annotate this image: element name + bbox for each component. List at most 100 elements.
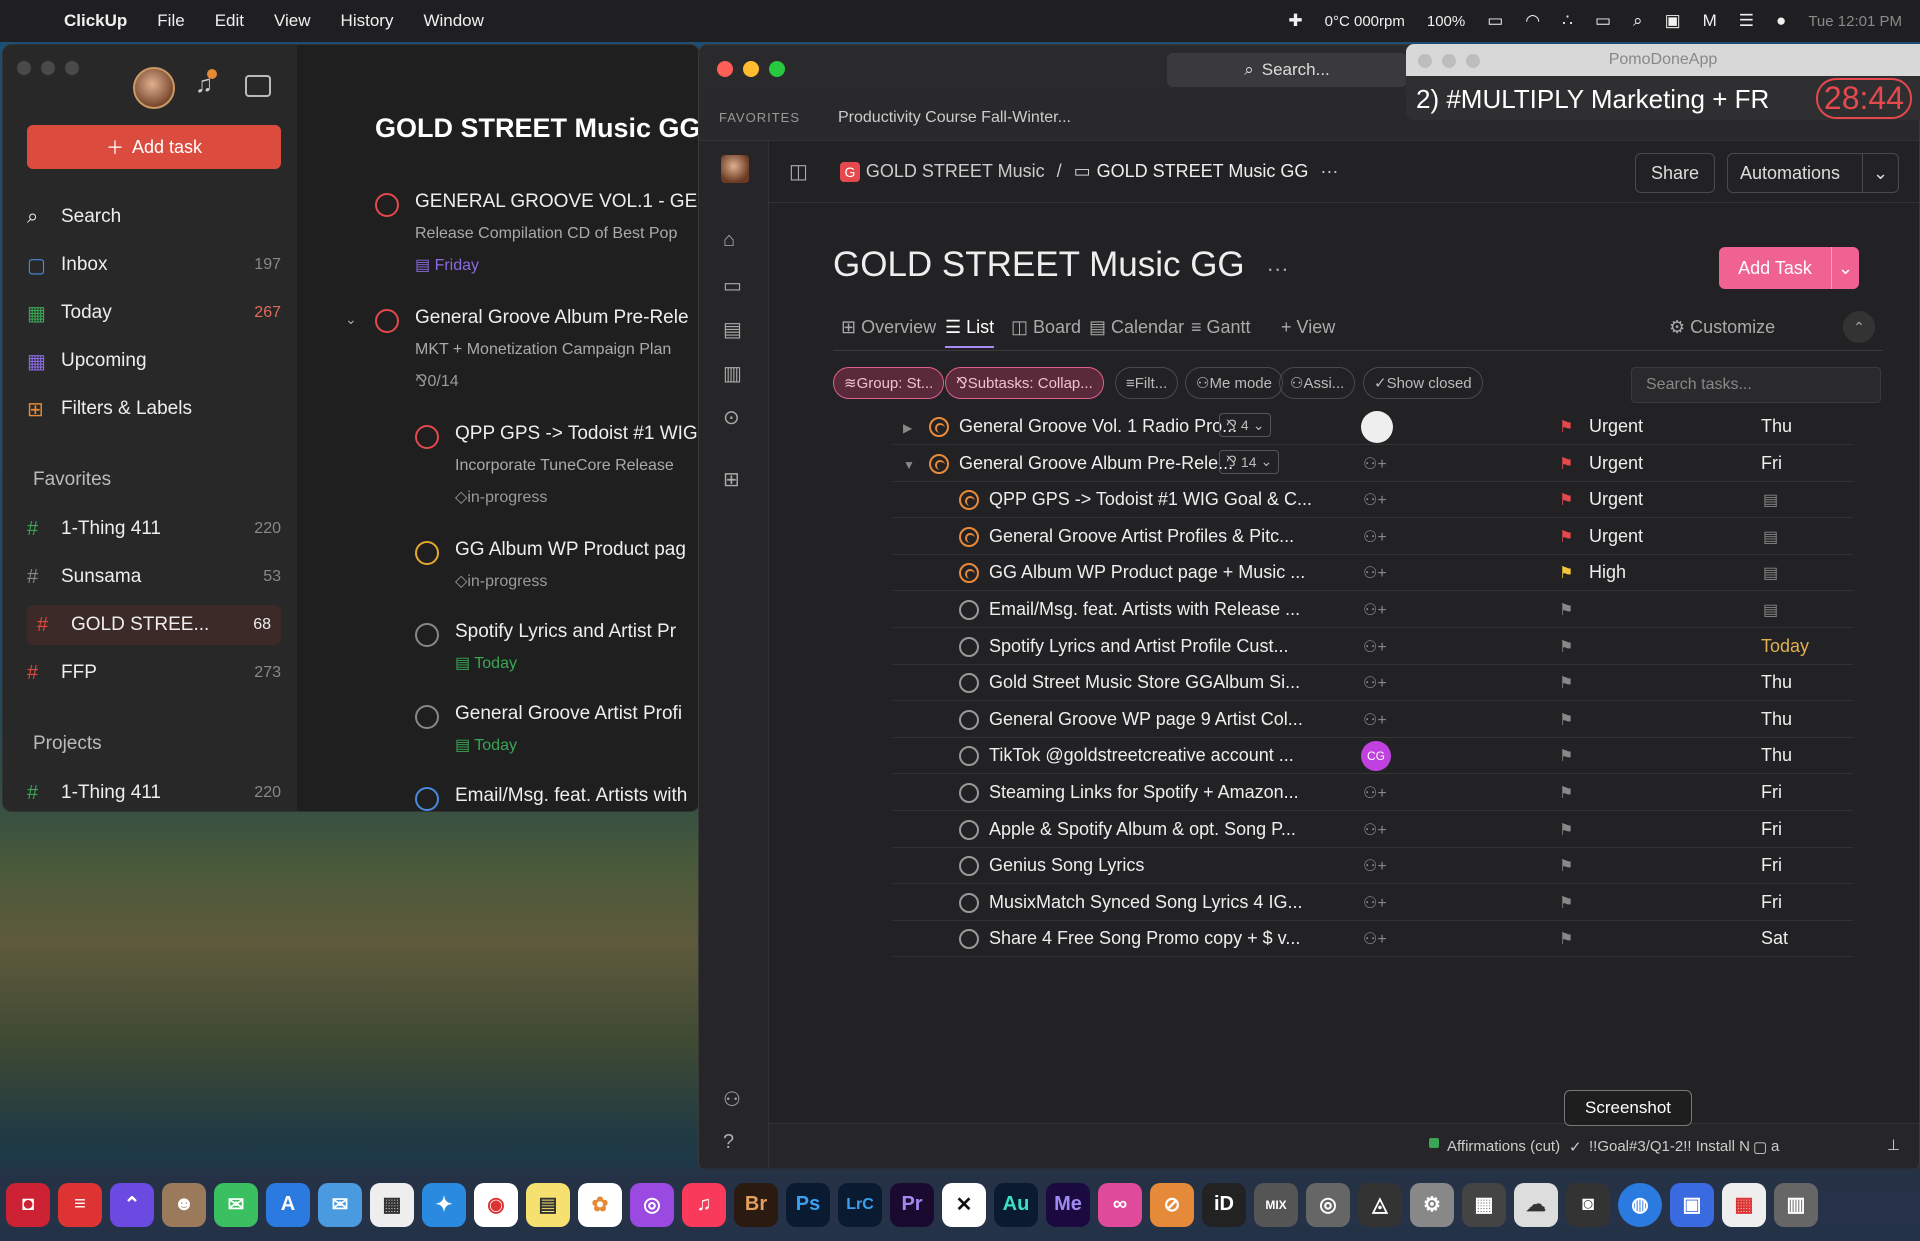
todoist-dock-icon[interactable]: ◘ (6, 1182, 50, 1227)
table-row[interactable]: Share 4 Free Song Promo copy + $ v... ⚇+ ⚑… (893, 921, 1853, 958)
flag-icon[interactable]: ⚑ (1559, 490, 1573, 510)
subtask-count-badge[interactable]: ⅋ 4 ⌄ (1219, 413, 1272, 437)
creative-cloud-dock-icon[interactable]: ∞ (1098, 1182, 1142, 1227)
task-checkbox[interactable] (375, 193, 399, 217)
mix-dock-icon[interactable]: MIX (1254, 1182, 1298, 1227)
table-row[interactable]: General Groove WP page 9 Artist Col... ⚇+… (893, 702, 1853, 738)
task-item[interactable]: Spotify Lyrics and Artist Pr ▤ Today (415, 621, 699, 691)
add-assignee-icon[interactable]: ⚇+ (1363, 820, 1387, 840)
task-name[interactable]: GG Album WP Product page + Music ... (989, 562, 1305, 583)
calendar-icon[interactable]: ▤ (1763, 527, 1778, 547)
flag-icon[interactable]: ⚑ (1559, 454, 1573, 474)
tab-gantt[interactable]: ≡ Gantt (1191, 317, 1251, 338)
add-assignee-icon[interactable]: ⚇+ (1363, 929, 1387, 949)
todoist-dock-icon[interactable]: ≡ (58, 1182, 102, 1227)
task-name[interactable]: General Groove Vol. 1 Radio Pro... (959, 416, 1237, 437)
add-assignee-icon[interactable]: ⚇+ (1363, 563, 1387, 583)
task-status-checkbox[interactable] (929, 453, 949, 474)
flag-icon[interactable]: ⚑ (1559, 417, 1573, 437)
task-name[interactable]: Email/Msg. feat. Artists with Release ..… (989, 599, 1300, 620)
chevron-down-icon[interactable]: ⌄ (345, 311, 357, 328)
task-status-checkbox[interactable] (959, 746, 979, 767)
trash-dock-icon[interactable]: ▥ (1774, 1182, 1818, 1227)
tab-add-view[interactable]: + View (1281, 317, 1335, 338)
customize-button[interactable]: ⚙ Customize (1669, 317, 1775, 338)
apps-grid-icon[interactable]: ⊞ (723, 467, 740, 492)
add-assignee-icon[interactable]: ⚇+ (1363, 710, 1387, 730)
temperature-readout[interactable]: 0°C 000rpm (1325, 13, 1405, 30)
image-capture-dock-icon[interactable]: ▣ (1670, 1182, 1714, 1227)
breadcrumb-more[interactable]: ··· (1320, 161, 1338, 182)
show-closed-chip[interactable]: ✓ Show closed (1363, 367, 1483, 399)
menu-app-name[interactable]: ClickUp (64, 11, 127, 31)
table-row[interactable]: MusixMatch Synced Song Lyrics 4 IG... ⚇+ ⚑… (893, 885, 1853, 921)
calendar-icon[interactable]: ▤ (1763, 490, 1778, 510)
task-checkbox[interactable] (415, 787, 439, 811)
nav-upcoming[interactable]: ▦ Upcoming (27, 341, 281, 381)
screen-icon[interactable]: ▣ (1665, 11, 1681, 31)
podcasts-dock-icon[interactable]: ◎ (630, 1182, 674, 1227)
tab-overview[interactable]: ⊞ Overview (841, 317, 936, 338)
close-button[interactable] (1418, 54, 1432, 68)
task-name[interactable]: Share 4 Free Song Promo copy + $ v... (989, 928, 1300, 949)
due-date[interactable]: Thu (1761, 416, 1792, 437)
minimize-button[interactable] (41, 61, 55, 75)
task-checkbox[interactable] (415, 623, 439, 647)
task-item[interactable]: GG Album WP Product pag ◇in-progress (415, 539, 699, 609)
wifi-icon[interactable]: ◠ (1525, 11, 1540, 31)
table-row[interactable]: Spotify Lyrics and Artist Profile Cust..… (893, 629, 1853, 665)
nav-today[interactable]: ▦ Today 267 (27, 293, 281, 333)
tab-calendar[interactable]: ▤ Calendar (1089, 317, 1184, 338)
task-status-checkbox[interactable] (959, 490, 979, 511)
due-date[interactable]: Fri (1761, 855, 1782, 876)
zoom-button[interactable] (769, 61, 785, 77)
display-icon[interactable]: ▭ (1595, 11, 1611, 31)
task-name[interactable]: Genius Song Lyrics (989, 855, 1144, 876)
flag-icon[interactable]: ⚑ (1559, 893, 1573, 913)
siri-icon[interactable]: ● (1776, 11, 1786, 31)
flag-icon[interactable]: ⚑ (1559, 710, 1573, 730)
clickup-dock-icon[interactable]: ⌃ (110, 1182, 154, 1227)
inbox-icon[interactable]: ▭ (723, 273, 742, 298)
title-more[interactable]: ··· (1267, 256, 1289, 281)
group-chip[interactable]: ≋ Group: St... (833, 367, 945, 399)
collapse-button[interactable]: ⌃ (1843, 311, 1875, 343)
add-assignee-icon[interactable]: ⚇+ (1363, 673, 1387, 693)
task-name[interactable]: Spotify Lyrics and Artist Profile Cust..… (989, 636, 1288, 657)
table-row[interactable]: Steaming Links for Spotify + Amazon... ⚇+… (893, 775, 1853, 811)
avatar[interactable] (133, 67, 175, 109)
task-name[interactable]: General Groove Album Pre-Rele... (959, 453, 1233, 474)
search-icon[interactable]: ⌕ (1633, 11, 1643, 31)
flag-icon[interactable]: ⚑ (1559, 637, 1573, 657)
help-icon[interactable]: ? (723, 1131, 734, 1154)
nav-search[interactable]: ⌕ Search (27, 197, 281, 237)
task-status-checkbox[interactable] (959, 783, 979, 803)
zoom-button[interactable] (1466, 54, 1480, 68)
pin-icon[interactable]: ⊥ (1887, 1136, 1900, 1154)
appstore-dock-icon[interactable]: A (266, 1182, 310, 1227)
add-assignee-icon[interactable]: ⚇+ (1363, 600, 1387, 620)
task-item[interactable]: GENERAL GROOVE VOL.1 - GEN Release Compi… (375, 191, 699, 291)
chevron-down-icon[interactable]: ⌄ (1862, 154, 1898, 192)
chrome-dock-icon[interactable]: ◉ (474, 1182, 518, 1227)
task-name[interactable]: Gold Street Music Store GGAlbum Si... (989, 672, 1300, 693)
goal-item[interactable]: !!Goal#3/Q1-2!! Install N (1589, 1138, 1749, 1155)
avatar[interactable] (721, 155, 749, 183)
breadcrumb-space[interactable]: GOLD STREET Music (866, 161, 1045, 182)
favorite-item[interactable]: # FFP 273 (27, 653, 281, 693)
table-row[interactable]: GG Album WP Product page + Music ... ⚇+ ⚑ H… (893, 555, 1853, 592)
task-name[interactable]: QPP GPS -> Todoist #1 WIG Goal & C... (989, 489, 1312, 510)
istat-dock-icon[interactable]: iD (1202, 1182, 1246, 1227)
task-status-checkbox[interactable] (959, 709, 979, 730)
task-name[interactable]: General Groove WP page 9 Artist Col... (989, 709, 1303, 730)
task-status-checkbox[interactable] (959, 563, 979, 584)
calendar-dock-icon[interactable]: ▦ (1722, 1182, 1766, 1227)
airdrop-icon[interactable]: ∴ (1562, 11, 1573, 31)
priority-label[interactable]: Urgent (1589, 489, 1643, 510)
add-assignee-icon[interactable]: ⚇+ (1363, 893, 1387, 913)
assignee-avatar[interactable]: CG (1361, 741, 1391, 772)
due-date[interactable]: Fri (1761, 819, 1782, 840)
nav-filters-labels[interactable]: ⊞ Filters & Labels (27, 389, 281, 429)
favorite-item[interactable]: #1-Thing 411 220 (27, 509, 281, 549)
add-assignee-icon[interactable]: ⚇+ (1363, 454, 1387, 474)
